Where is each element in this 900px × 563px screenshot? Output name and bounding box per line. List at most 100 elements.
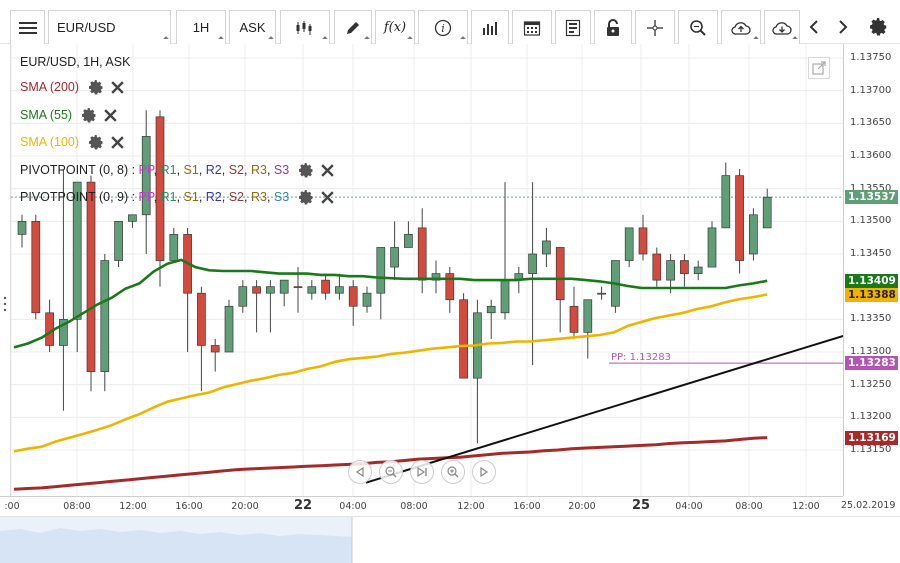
candle-body	[762, 196, 772, 229]
candle-body	[486, 305, 496, 314]
gear-icon[interactable]	[298, 190, 314, 205]
price-tick-label: 1.13250	[850, 378, 892, 390]
chevron-left-icon	[809, 20, 818, 34]
sma100-label: SMA (100)	[20, 135, 80, 149]
close-icon[interactable]	[320, 163, 335, 178]
info-icon: i	[434, 19, 452, 36]
lock-button[interactable]	[594, 10, 632, 44]
interval-select[interactable]: 1H	[176, 10, 226, 44]
scroll-right-button[interactable]	[833, 10, 853, 44]
close-icon[interactable]	[103, 108, 118, 123]
price-tick-label: 1.13650	[850, 117, 892, 129]
close-icon[interactable]	[320, 190, 335, 205]
price-chart[interactable]: PP: 1.13283	[10, 44, 845, 496]
candle-body	[100, 260, 110, 372]
candle-body	[666, 260, 675, 281]
price-tick-label: 1.13150	[850, 444, 892, 455]
gear-icon[interactable]	[88, 135, 104, 150]
price-tick-label: 1.13450	[850, 248, 892, 259]
calendar-icon	[523, 20, 541, 36]
time-day-label: 22	[293, 498, 313, 513]
legend-row-pivot2: PIVOTPOINT (0, 9) : PP, R1, S1, R2, S2, …	[20, 188, 335, 206]
pivot2-level-pp: PP	[138, 190, 154, 204]
candle-body	[376, 247, 386, 294]
close-icon[interactable]	[110, 80, 125, 95]
crosshair-icon	[647, 19, 663, 36]
cloud-upload-icon	[731, 21, 751, 35]
gear-icon[interactable]	[88, 80, 104, 95]
pivot2-level-r1: R1	[160, 190, 177, 204]
scroll-left-button[interactable]	[804, 10, 824, 44]
indicators-button[interactable]: f(x)	[375, 10, 415, 44]
crosshair-button[interactable]	[635, 10, 675, 44]
candle-body	[348, 286, 358, 307]
instrument-label: EUR/USD, 1H, ASK	[20, 55, 131, 69]
sma100-value-tag: 1.13388	[845, 287, 898, 302]
menu-button[interactable]	[10, 10, 45, 44]
symbol-select[interactable]: EUR/USD	[48, 10, 171, 44]
zoom-out-button[interactable]	[379, 460, 403, 484]
pan-right-button[interactable]	[472, 460, 496, 484]
settings-button[interactable]	[866, 10, 892, 44]
pivot1-level-r1: R1	[160, 163, 177, 177]
upload-button[interactable]	[721, 10, 761, 44]
chevron-down-icon	[460, 36, 466, 42]
candle-body	[404, 234, 413, 248]
pivot2-level-s2: S2	[228, 190, 244, 204]
zoom-in-button[interactable]	[441, 460, 465, 484]
pivot1-level-r3: R3	[250, 163, 267, 177]
gear-icon[interactable]	[298, 163, 314, 178]
current-date-label: 25.02.2019	[841, 500, 896, 511]
candlestick-icon	[296, 20, 312, 35]
candle-body	[266, 286, 275, 294]
pivot1-level-pp: PP	[138, 163, 154, 177]
navigation-controls	[348, 460, 496, 486]
candle-body	[500, 279, 510, 314]
navigator-preview[interactable]	[0, 517, 900, 563]
zoom-in-icon	[447, 466, 459, 478]
price-type-select[interactable]: ASK	[229, 10, 276, 44]
candle-body	[707, 227, 717, 268]
sma200-value-tag: 1.13169	[845, 430, 898, 445]
chart-type-button[interactable]	[280, 10, 330, 44]
gear-icon[interactable]	[81, 108, 97, 123]
lock-icon	[607, 18, 619, 36]
reset-view-button[interactable]	[410, 460, 434, 484]
sma55-label: SMA (55)	[20, 108, 73, 122]
price-tick-label: 1.13350	[850, 313, 892, 325]
time-axis[interactable]: :00 08:00 12:00 16:00 20:00 22 04:00 08:00 12:00…	[0, 496, 843, 516]
candle-body	[128, 214, 137, 222]
chevron-down-icon	[364, 36, 370, 42]
pivot2-label: PIVOTPOINT (0, 9)	[20, 190, 129, 204]
zoom-button[interactable]	[678, 10, 718, 44]
pan-left-button[interactable]	[348, 460, 372, 484]
time-tick-label: 12:00	[119, 501, 147, 512]
chevron-down-icon	[268, 36, 274, 42]
price-tick-label: 1.13200	[850, 411, 892, 423]
pp-value-tag: 1.13283	[845, 356, 898, 371]
legend-row-pivot1: PIVOTPOINT (0, 8) : PP, R1, S1, R2, S2, …	[20, 161, 335, 179]
draw-tool-button[interactable]	[334, 10, 372, 44]
chevron-down-icon	[407, 36, 413, 42]
calendar-button[interactable]	[512, 10, 552, 44]
template-button[interactable]	[555, 10, 591, 44]
info-button[interactable]: i	[418, 10, 468, 44]
hamburger-icon	[18, 21, 37, 34]
navigator-pane[interactable]	[0, 516, 900, 563]
drag-handle-icon[interactable]	[3, 295, 7, 313]
price-axis[interactable]: 1.13750 1.13700 1.13650 1.13600 1.13550 1.135…	[843, 44, 900, 496]
chevron-down-icon	[163, 36, 169, 42]
pivot2-level-r2: R2	[205, 190, 222, 204]
volume-button[interactable]	[471, 10, 509, 44]
candle-body	[735, 175, 744, 261]
candle-body	[17, 220, 27, 235]
pivot1-level-s1: S1	[183, 163, 199, 177]
chevron-down-icon	[322, 36, 328, 42]
plot-area[interactable]: PP: 1.13283	[10, 44, 845, 496]
time-tick-label: 16:00	[513, 501, 541, 512]
popout-button[interactable]	[808, 57, 830, 79]
candle-body	[307, 286, 317, 294]
close-icon[interactable]	[110, 135, 125, 150]
download-button[interactable]	[764, 10, 800, 44]
pivot1-label: PIVOTPOINT (0, 8)	[20, 163, 129, 177]
